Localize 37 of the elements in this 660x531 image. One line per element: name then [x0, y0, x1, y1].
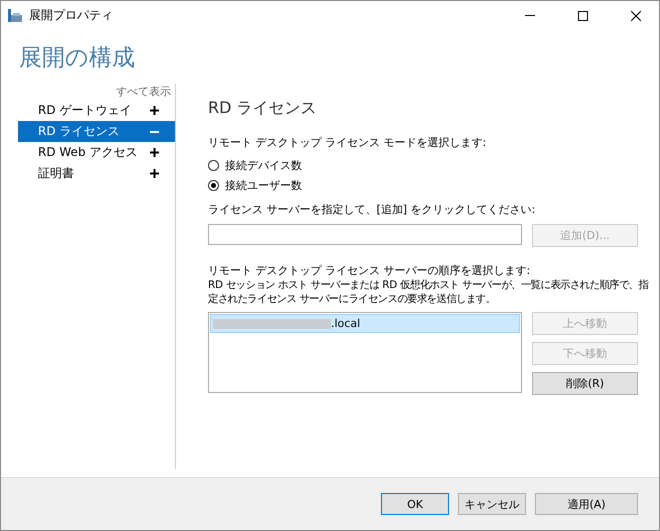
radio-button[interactable] [208, 160, 219, 170]
show-all-link[interactable]: すべて表示 [116, 84, 171, 100]
page-heading: 展開の構成 [19, 45, 135, 71]
sidebar-item-label: RD ライセンス [38, 123, 120, 140]
radio-option[interactable]: 接続ユーザー数 [208, 175, 639, 195]
plus-icon [150, 106, 159, 115]
window-title: 展開プロパティ [29, 7, 114, 24]
radio-button[interactable] [208, 180, 219, 190]
list-button[interactable]: 削除(R) [532, 372, 638, 395]
plus-icon [150, 148, 159, 157]
app-icon [8, 9, 22, 22]
radio-label: 接続ユーザー数 [225, 178, 302, 192]
sidebar-item-label: RD ゲートウェイ [38, 102, 132, 119]
section-title: RD ライセンス [208, 98, 318, 119]
server-label: ライセンス サーバーを指定して、[追加] をクリックしてください: [208, 203, 536, 217]
maximize-icon [578, 10, 588, 20]
sidebar-item-label: 証明書 [38, 165, 74, 182]
server-name: .local [331, 317, 360, 330]
order-description: RD セッション ホスト サーバーまたは RD 仮想化ホスト サーバーが、一覧に表示された順序で、指定されたライセンス サーバーにライセンスの要求を送信します。 [208, 278, 650, 306]
dialog-button[interactable]: キャンセル [458, 493, 526, 515]
sidebar-item-label: RD Web アクセス [38, 144, 138, 161]
sidebar-item[interactable]: RD Web アクセス [18, 142, 175, 163]
sidebar-item[interactable]: RD ライセンス [18, 121, 175, 142]
minimize-icon [525, 15, 535, 16]
radio-option[interactable]: 接続デバイス数 [208, 155, 639, 175]
server-input[interactable] [208, 224, 522, 245]
sidebar-item[interactable]: RD ゲートウェイ [18, 100, 175, 121]
minus-icon [150, 130, 159, 132]
sidebar-item[interactable]: 証明書 [18, 163, 175, 184]
dialog-button[interactable]: OK [381, 493, 449, 515]
close-icon [631, 10, 641, 20]
order-label: リモート デスクトップ ライセンス サーバーの順序を選択します: [208, 264, 532, 278]
dialog-button[interactable]: 適用(A) [535, 493, 638, 515]
mode-label: リモート デスクトップ ライセンス モードを選択します: [208, 136, 488, 150]
server-list-item[interactable]: .local [210, 314, 520, 333]
plus-icon [150, 169, 159, 178]
radio-label: 接続デバイス数 [225, 158, 302, 172]
